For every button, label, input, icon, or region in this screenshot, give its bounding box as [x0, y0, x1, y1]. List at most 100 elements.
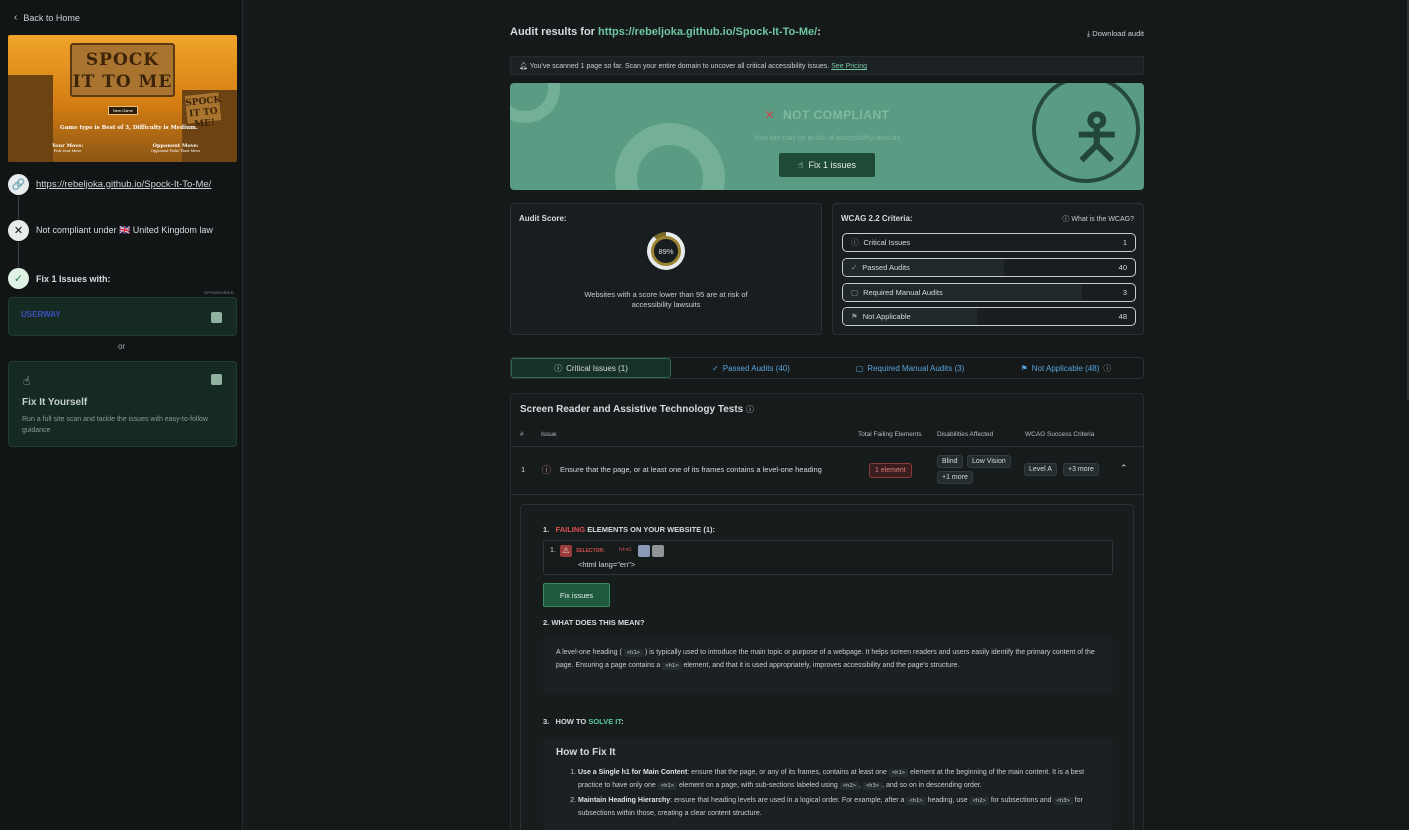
hand-pointer-icon: ☝ [23, 374, 31, 388]
bell-icon: 🔔︎ [519, 63, 528, 70]
code-h1: <h1> [888, 769, 909, 777]
info-icon: ⓘ [1062, 216, 1070, 223]
colon: : [621, 717, 624, 726]
check-icon: ✓ [712, 363, 719, 373]
thumbnail-opponent-move: Opponent Move: Opponent Picks Their Move [151, 143, 200, 153]
thumbnail-your-move: Your Move: Pick Your Move [52, 143, 83, 153]
tab-label: Passed Audits (40) [722, 363, 790, 373]
scan-notice: 🔔︎ You've scanned 1 page so far. Scan yo… [510, 56, 1144, 75]
compliance-status: ✕ NOT COMPLIANT [510, 108, 1144, 122]
tab-label: Required Manual Audits (3) [867, 363, 965, 373]
criteria-count: 1 [1122, 238, 1127, 247]
sponsor-checkbox[interactable] [211, 312, 222, 323]
tab-passed-audits[interactable]: ✓ Passed Audits (40) [671, 358, 831, 378]
chevron-left-icon: ‹ [14, 12, 18, 23]
wcag-more-tag[interactable]: +3 more [1063, 463, 1099, 476]
criteria-count: 3 [1122, 288, 1127, 297]
copy-icon[interactable] [638, 545, 650, 557]
tab-label: Critical Issues (1) [566, 363, 628, 373]
table-title: Screen Reader and Assistive Technology T… [520, 404, 754, 415]
section-number: 1. [543, 525, 550, 534]
failing-rest: ELEMENTS ON YOUR WEBSITE (1): [587, 525, 716, 534]
fix-yourself-card[interactable]: ☝ Fix It Yourself Run a full site scan a… [8, 361, 237, 447]
back-label: Back to Home [23, 12, 80, 23]
criteria-count: 48 [1118, 312, 1127, 321]
fix-yourself-checkbox[interactable] [211, 374, 222, 385]
what-is-wcag-link[interactable]: ⓘ What is the WCAG? [1062, 214, 1134, 224]
disability-more-tag[interactable]: +1 more [937, 471, 973, 484]
code-h2: <h2> [969, 797, 989, 805]
view-icon[interactable] [652, 545, 664, 557]
col-header-issue: Issue [541, 431, 557, 438]
risk-text: Your site may be at risk of accessibilit… [753, 135, 901, 142]
fix-yourself-title: Fix It Yourself [22, 397, 88, 408]
info-icon: ⓘ [746, 405, 755, 414]
col-header-disabilities: Disabilities Affected [937, 431, 994, 438]
criteria-count: 40 [1118, 263, 1127, 272]
or-divider: or [117, 342, 126, 351]
audit-score-panel: Audit Score: 89% Websites with a score l… [510, 203, 822, 335]
compliance-text: Not compliant under 🇬🇧 United Kingdom la… [36, 225, 213, 236]
flag-icon: ⚑ [1020, 363, 1028, 373]
notice-text: You've scanned 1 page so far. Scan your … [529, 63, 830, 70]
code-h2: <h2> [839, 781, 859, 790]
step-connector [18, 196, 19, 220]
your-move-sub: Pick Your Move [53, 149, 82, 153]
disability-tag: Blind [937, 455, 963, 468]
uk-flag-icon: 🇬🇧 [119, 225, 131, 235]
criteria-row-not-applicable[interactable]: ⚑ Not Applicable 48 [842, 307, 1136, 326]
row-issue-text[interactable]: Ensure that the page, or at least one of… [560, 465, 822, 474]
issue-detail-panel: 1. FAILING ELEMENTS ON YOUR WEBSITE (1):… [520, 504, 1134, 830]
tab-critical-issues[interactable]: ⓘ Critical Issues (1) [511, 358, 671, 378]
table-divider [511, 494, 1143, 495]
criteria-label: Passed Audits [862, 263, 910, 272]
document-icon: ▢ [851, 288, 859, 297]
compliance-prefix: Not compliant under [36, 225, 117, 235]
sponsored-label: SPONSORED [203, 290, 234, 295]
download-icon: ⤓ [1086, 29, 1091, 38]
check-icon: ✓ [851, 263, 858, 272]
step-title: Maintain Heading Hierarchy [578, 797, 671, 804]
close-icon: ✕ [8, 220, 29, 241]
close-icon: ✕ [764, 108, 776, 122]
compliance-status-text: NOT COMPLIANT [782, 108, 890, 122]
selector-label: SELECTOR: [576, 548, 605, 554]
selector-number: 1. [550, 547, 556, 554]
document-icon: ▢ [855, 363, 864, 373]
download-audit-button[interactable]: ⤓ Download audit [1087, 29, 1144, 39]
tab-label: Not Applicable (48) [1031, 363, 1100, 373]
title-prefix: Audit results for [510, 26, 595, 38]
col-header-wcag: WCAG Success Criteria [1025, 431, 1095, 438]
back-to-home-link[interactable]: ‹ Back to Home [14, 12, 80, 23]
step-text: : ensure that heading levels are used in… [670, 797, 905, 804]
col-header-failing: Total Failing Elements [858, 431, 922, 438]
title-url[interactable]: https://rebeljoka.github.io/Spock-It-To-… [598, 26, 817, 38]
what-is-wcag-label: What is the WCAG? [1071, 216, 1134, 223]
opponent-move-sub: Opponent Picks Their Move [151, 149, 201, 153]
explanation-text: element, and that it is used appropriate… [683, 661, 960, 669]
site-url-link[interactable]: https://rebeljoka.github.io/Spock-It-To-… [36, 179, 211, 190]
chevron-up-icon[interactable]: ⌃ [1120, 463, 1128, 474]
sponsor-option-card[interactable]: USERWAY [8, 297, 237, 336]
check-icon: ✓ [8, 268, 29, 289]
failing-elements-heading: 1. FAILING ELEMENTS ON YOUR WEBSITE (1): [543, 525, 715, 534]
see-pricing-link[interactable]: See Pricing [831, 63, 867, 70]
how-to-solve-heading: 3. HOW TO SOLVE IT: [543, 717, 624, 726]
fix-issues-banner-button[interactable]: ☝ Fix 1 issues [779, 153, 875, 177]
fix-yourself-description: Run a full site scan and tackle the issu… [22, 416, 208, 434]
fix-issues-button[interactable]: Fix issues [543, 583, 610, 607]
fix-issues-banner-label: Fix 1 issues [808, 160, 856, 170]
score-value: 89% [651, 236, 681, 266]
code-h1: <h1> [662, 661, 682, 670]
failing-count-badge: 1 element [869, 463, 912, 478]
fix-steps-list: Use a Single h1 for Main Content: ensure… [556, 767, 1100, 819]
score-note: Websites with a score lower than 95 are … [584, 290, 748, 309]
criteria-row-passed[interactable]: ✓ Passed Audits 40 [842, 258, 1136, 277]
tab-not-applicable[interactable]: ⚑ Not Applicable (48) ⓘ [989, 358, 1143, 378]
table-title-text: Screen Reader and Assistive Technology T… [520, 404, 744, 415]
tab-manual-audits[interactable]: ▢ Required Manual Audits (3) [831, 358, 989, 378]
page-title: Audit results for https://rebeljoka.gith… [510, 26, 821, 38]
col-header-number: # [520, 431, 524, 438]
criteria-row-critical[interactable]: ⓘ Critical Issues 1 [842, 233, 1136, 252]
criteria-row-manual[interactable]: ▢ Required Manual Audits 3 [842, 283, 1136, 302]
